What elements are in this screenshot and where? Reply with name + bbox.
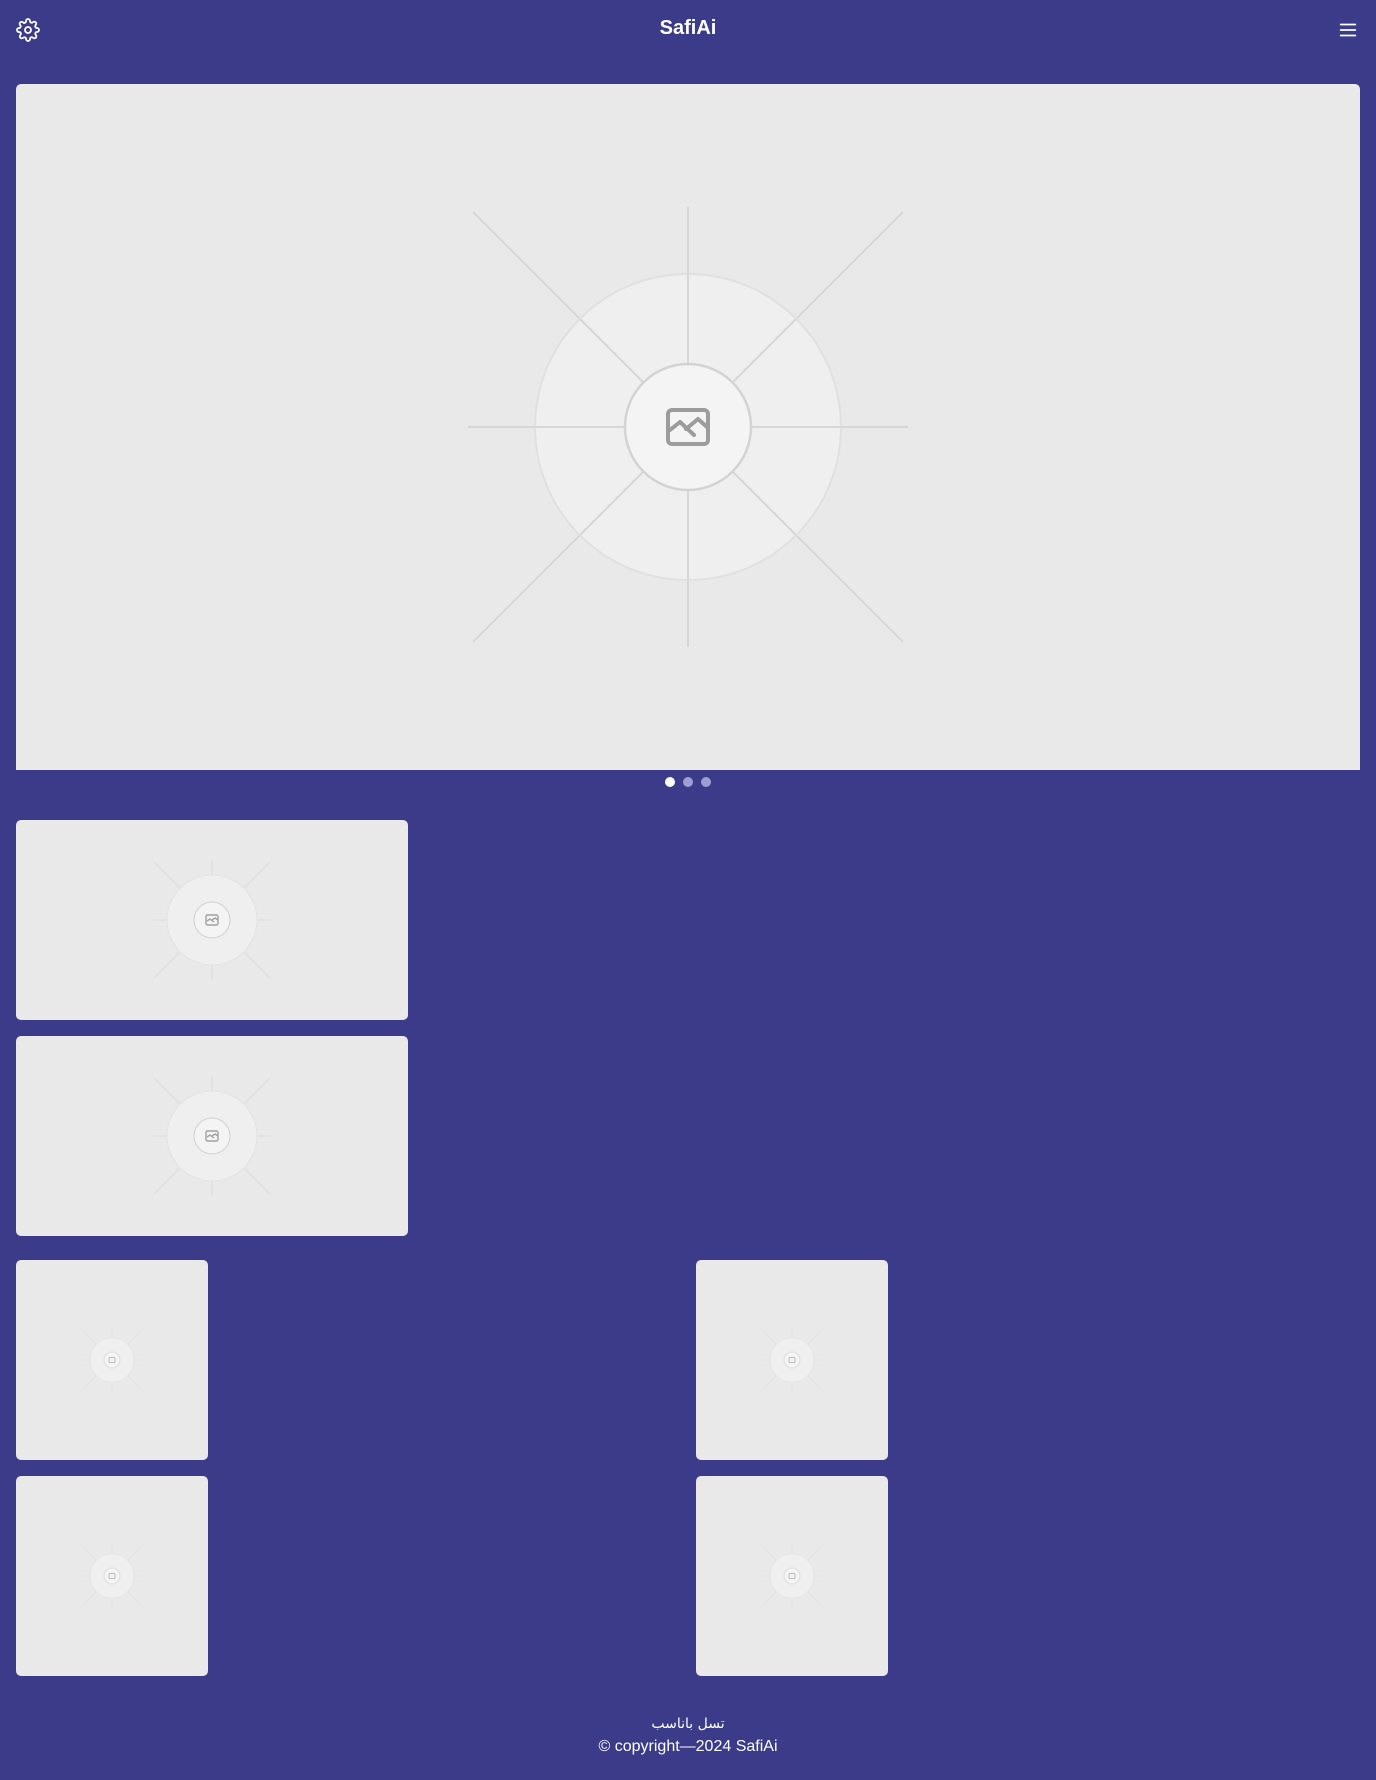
image-icon — [82, 1546, 142, 1606]
content-card[interactable] — [16, 820, 408, 1020]
copyright-text: © copyright—2024 SafiAi — [598, 1738, 778, 1755]
carousel-dot-2[interactable] — [683, 777, 693, 787]
image-icon — [152, 860, 272, 980]
content-card[interactable] — [16, 1476, 208, 1676]
top-bar: SafiAi — [0, 0, 1376, 60]
content-card[interactable] — [16, 1036, 408, 1236]
footer-contact-link[interactable]: تسل باناسب — [0, 1716, 1376, 1732]
image-icon — [762, 1330, 822, 1390]
menu-button[interactable] — [1334, 16, 1362, 44]
content-card[interactable] — [16, 1260, 208, 1460]
image-icon — [468, 207, 908, 647]
image-icon — [152, 1076, 272, 1196]
carousel-dot-1[interactable] — [665, 777, 675, 787]
footer: تسل باناسب © copyright—2024 SafiAi — [0, 1716, 1376, 1756]
content-card[interactable] — [696, 1476, 888, 1676]
page: SafiAi تسل باناسب © copyright—2024 SafiA… — [0, 0, 1376, 1780]
carousel-pagination — [0, 777, 1376, 789]
hamburger-menu-icon — [1339, 23, 1357, 37]
image-icon — [82, 1330, 142, 1390]
hero-carousel-slide[interactable] — [16, 84, 1360, 770]
image-icon — [762, 1546, 822, 1606]
carousel-dot-3[interactable] — [701, 777, 711, 787]
app-title: SafiAi — [659, 17, 717, 39]
content-card[interactable] — [696, 1260, 888, 1460]
